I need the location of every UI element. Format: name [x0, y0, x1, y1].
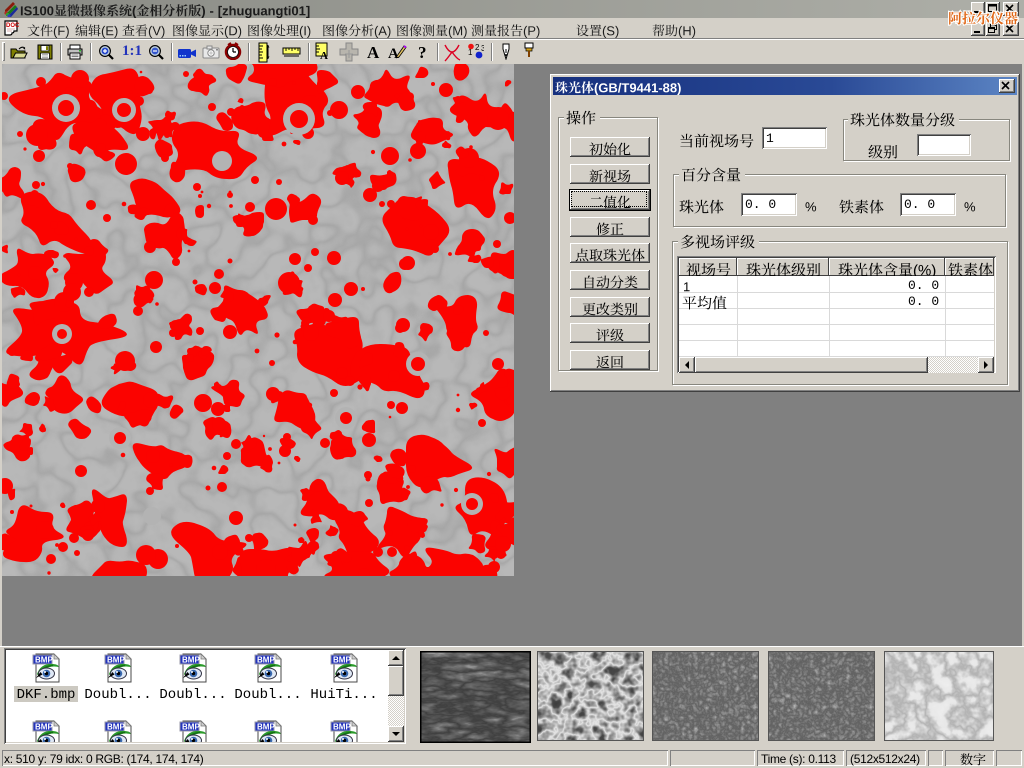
svg-text:1: 1 — [468, 48, 473, 57]
svg-text:A: A — [367, 43, 380, 60]
svg-text:A: A — [320, 50, 328, 60]
svg-text:2: 2 — [475, 43, 480, 52]
svg-text:DOC: DOC — [6, 23, 20, 29]
svg-text:1:1: 1:1 — [122, 43, 142, 59]
svg-text:?: ? — [418, 43, 427, 60]
svg-text:3: 3 — [481, 44, 484, 53]
